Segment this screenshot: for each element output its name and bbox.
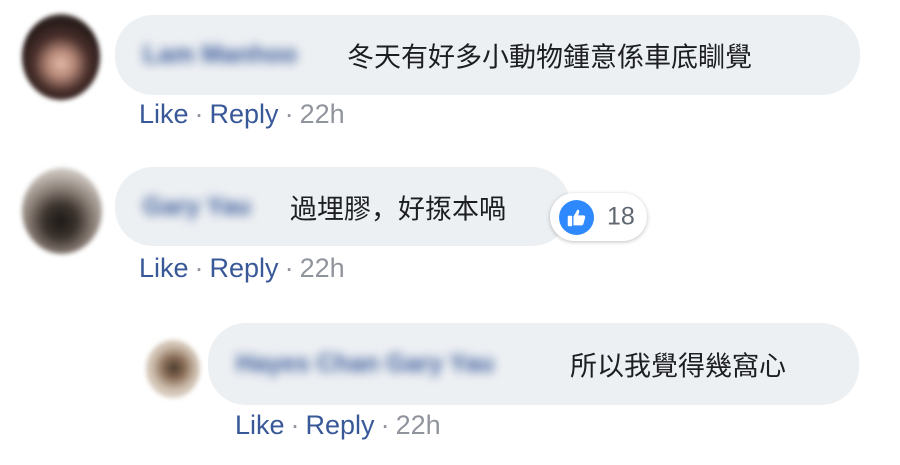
separator: · [290,410,300,440]
like-link[interactable]: Like [139,253,189,283]
comment-actions: Like · Reply · 22h [139,253,345,284]
like-link[interactable]: Like [235,410,285,440]
author-name[interactable]: Hayes Chan [236,350,379,378]
reply-link[interactable]: Reply [210,99,279,129]
thumbs-up-icon [559,200,594,235]
timestamp[interactable]: 22h [396,410,441,440]
avatar[interactable] [22,168,102,254]
comment-bubble: Lam Manhoo 冬天有好多小動物鍾意係車底瞓覺 [115,15,860,95]
reply-bubble: Hayes Chan Gary Yau 所以我覺得幾窩心 [208,323,859,405]
comment-text: 所以我覺得幾窩心 [570,351,786,383]
mention-tag[interactable]: Gary Yau [386,350,494,378]
separator: · [284,99,294,129]
reaction-count: 18 [607,202,635,231]
avatar[interactable] [146,340,200,398]
separator: · [194,253,204,283]
avatar[interactable] [22,14,100,100]
separator: · [380,410,390,440]
comment-text: 冬天有好多小動物鍾意係車底瞓覺 [347,42,752,74]
comment-actions: Like · Reply · 22h [235,410,441,441]
comment-bubble: Gary Yau 過埋膠，好揼本喎 [115,167,570,246]
separator: · [194,99,204,129]
separator: · [284,253,294,283]
like-link[interactable]: Like [139,99,189,129]
reply-link[interactable]: Reply [210,253,279,283]
reply-link[interactable]: Reply [306,410,375,440]
comment-author[interactable]: Gary Yau [143,192,251,221]
comment-author: Hayes Chan Gary Yau [236,350,494,379]
reaction-summary[interactable]: 18 [550,193,647,241]
comment-text: 過埋膠，好揼本喎 [290,194,506,225]
timestamp[interactable]: 22h [300,253,345,283]
timestamp[interactable]: 22h [300,99,345,129]
comment-actions: Like · Reply · 22h [139,99,345,130]
comment-author[interactable]: Lam Manhoo [143,41,297,70]
